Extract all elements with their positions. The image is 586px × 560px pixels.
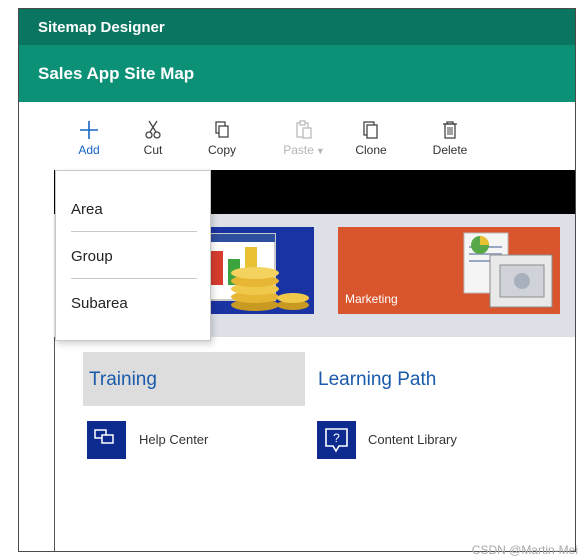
clone-button[interactable]: Clone bbox=[346, 120, 396, 157]
tile-label-marketing: Marketing bbox=[345, 292, 398, 306]
sitemap-header: Sales App Site Map bbox=[19, 45, 575, 102]
scissors-icon bbox=[145, 120, 161, 139]
plus-icon bbox=[80, 121, 98, 139]
sitemap-title: Sales App Site Map bbox=[38, 63, 195, 83]
group-title-learning-path[interactable]: Learning Path bbox=[318, 369, 436, 391]
add-button[interactable]: Add bbox=[64, 120, 114, 157]
menu-item-area[interactable]: Area bbox=[71, 201, 103, 218]
group-title-training[interactable]: Training bbox=[89, 369, 157, 391]
clone-label: Clone bbox=[355, 143, 387, 157]
subarea-content-library[interactable]: Content Library bbox=[368, 432, 457, 447]
menu-item-subarea[interactable]: Subarea bbox=[71, 295, 128, 312]
clone-icon bbox=[363, 121, 378, 139]
window-title: Sitemap Designer bbox=[38, 18, 165, 36]
question-bubble-icon[interactable]: ? bbox=[317, 421, 356, 459]
subarea-help-center[interactable]: Help Center bbox=[139, 432, 208, 447]
paste-button[interactable]: Paste ▼ bbox=[273, 120, 335, 157]
group-panel-border bbox=[54, 337, 55, 551]
menu-divider bbox=[71, 231, 197, 232]
sitemap-designer-window: Sitemap Designer Sales App Site Map Add … bbox=[18, 8, 576, 552]
toolbar: Add Cut Copy Paste ▼ Clone Delete bbox=[19, 102, 575, 178]
area-tile-marketing[interactable]: Marketing bbox=[338, 227, 560, 314]
delete-label: Delete bbox=[432, 143, 468, 157]
window-title-bar: Sitemap Designer bbox=[19, 9, 575, 45]
copy-icon bbox=[215, 121, 229, 138]
delete-button[interactable]: Delete bbox=[425, 120, 475, 157]
cut-button[interactable]: Cut bbox=[128, 120, 178, 157]
paste-icon bbox=[296, 120, 312, 139]
menu-item-group[interactable]: Group bbox=[71, 248, 113, 265]
watermark: CSDN @Martin-Mei bbox=[471, 543, 578, 557]
copy-button[interactable]: Copy bbox=[197, 120, 247, 157]
paste-label: Paste bbox=[283, 143, 314, 157]
chevron-down-icon: ▼ bbox=[315, 146, 325, 156]
add-label: Add bbox=[78, 143, 100, 157]
copy-label: Copy bbox=[207, 143, 236, 157]
help-center-icon[interactable] bbox=[87, 421, 126, 459]
cut-label: Cut bbox=[143, 143, 163, 157]
svg-text:?: ? bbox=[333, 431, 340, 445]
trash-icon bbox=[443, 121, 457, 139]
add-dropdown-menu: Area Group Subarea bbox=[55, 170, 211, 341]
menu-divider bbox=[71, 278, 197, 279]
